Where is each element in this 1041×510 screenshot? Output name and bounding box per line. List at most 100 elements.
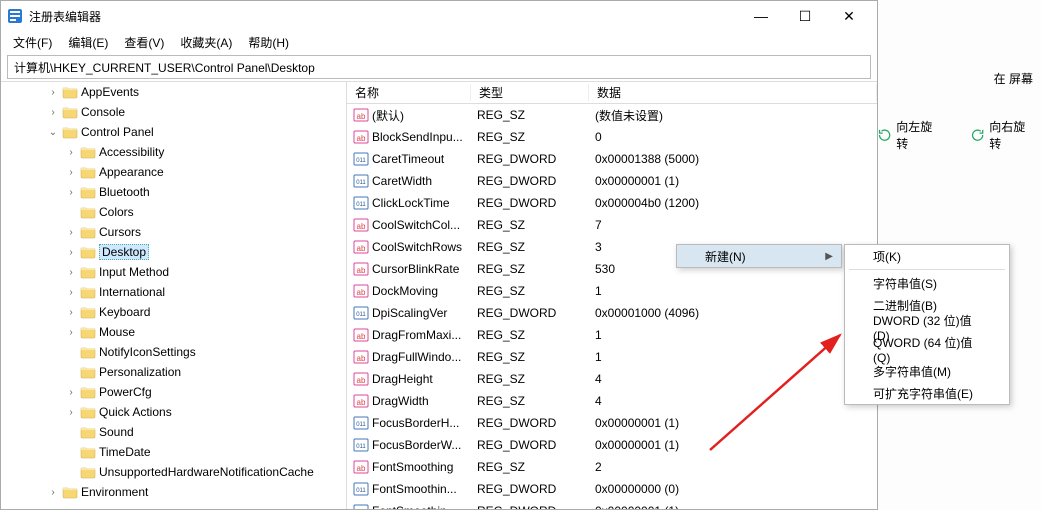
chevron-right-icon[interactable]: › <box>65 267 77 278</box>
list-row[interactable]: 011ClickLockTimeREG_DWORD0x000004b0 (120… <box>347 192 877 214</box>
value-data: 0 <box>589 130 877 144</box>
chevron-right-icon[interactable]: › <box>47 487 59 498</box>
rotate-left-button[interactable]: 向左旋转 <box>877 118 942 152</box>
list-row[interactable]: abBlockSendInpu...REG_SZ0 <box>347 126 877 148</box>
value-name: CaretTimeout <box>372 152 444 166</box>
svg-text:ab: ab <box>357 376 366 385</box>
chevron-right-icon[interactable]: › <box>65 287 77 298</box>
list-row[interactable]: abDockMovingREG_SZ1 <box>347 280 877 302</box>
list-row[interactable]: abDragHeightREG_SZ4 <box>347 368 877 390</box>
list-row[interactable]: 011CaretWidthREG_DWORD0x00000001 (1) <box>347 170 877 192</box>
list-row[interactable]: 011FocusBorderH...REG_DWORD0x00000001 (1… <box>347 412 877 434</box>
tree-item[interactable]: ›Environment <box>1 482 346 502</box>
tree-item[interactable]: UnsupportedHardwareNotificationCache <box>1 462 346 482</box>
menu-help[interactable]: 帮助(H) <box>242 32 295 53</box>
list-row[interactable]: ab(默认)REG_SZ(数值未设置) <box>347 104 877 126</box>
menu-file[interactable]: 文件(F) <box>7 32 58 53</box>
menu-edit[interactable]: 编辑(E) <box>62 32 114 53</box>
tree-item[interactable]: ›Mouse <box>1 322 346 342</box>
ctx-sub-item[interactable]: 多字符串值(M) <box>845 360 1009 382</box>
value-name: FontSmoothin... <box>372 504 457 509</box>
tree-item[interactable]: ›Accessibility <box>1 142 346 162</box>
chevron-right-icon[interactable]: › <box>65 187 77 198</box>
list-row[interactable]: 011FontSmoothin...REG_DWORD0x00000000 (0… <box>347 478 877 500</box>
chevron-right-icon[interactable]: › <box>65 167 77 178</box>
chevron-right-icon[interactable]: › <box>47 107 59 118</box>
list-row[interactable]: 011DpiScalingVerREG_DWORD0x00001000 (409… <box>347 302 877 324</box>
value-name: ClickLockTime <box>372 196 450 210</box>
list-row[interactable]: abCoolSwitchCol...REG_SZ7 <box>347 214 877 236</box>
list-row[interactable]: abDragFullWindo...REG_SZ1 <box>347 346 877 368</box>
maximize-button[interactable]: ☐ <box>783 1 827 31</box>
tree-item[interactable]: ›PowerCfg <box>1 382 346 402</box>
list-row[interactable]: 011FontSmoothin...REG_DWORD0x00000001 (1… <box>347 500 877 509</box>
tree-item[interactable]: ›Cursors <box>1 222 346 242</box>
tree-item[interactable]: ›Keyboard <box>1 302 346 322</box>
value-type: REG_DWORD <box>471 306 589 320</box>
chevron-right-icon[interactable]: › <box>65 147 77 158</box>
ctx-sub-item[interactable]: 可扩充字符串值(E) <box>845 382 1009 404</box>
list-row[interactable]: 011FocusBorderW...REG_DWORD0x00000001 (1… <box>347 434 877 456</box>
folder-icon <box>80 265 96 279</box>
tree-item[interactable]: ⌄Control Panel <box>1 122 346 142</box>
menu-favorites[interactable]: 收藏夹(A) <box>174 32 238 53</box>
tree-item[interactable]: Colors <box>1 202 346 222</box>
value-type: REG_SZ <box>471 284 589 298</box>
svg-text:011: 011 <box>356 444 366 450</box>
chevron-right-icon[interactable]: › <box>65 227 77 238</box>
rotate-right-button[interactable]: 向右旋转 <box>970 118 1035 152</box>
value-data: 0x000004b0 (1200) <box>589 196 877 210</box>
tree-item[interactable]: ›International <box>1 282 346 302</box>
tree-item[interactable]: ›Quick Actions <box>1 402 346 422</box>
ctx-sub-item[interactable]: QWORD (64 位)值(Q) <box>845 338 1009 360</box>
tree-item[interactable]: Sound <box>1 422 346 442</box>
chevron-right-icon[interactable]: › <box>65 387 77 398</box>
tree-pane[interactable]: ›AppEvents›Console⌄Control Panel›Accessi… <box>1 82 347 509</box>
folder-icon <box>80 465 96 479</box>
col-name[interactable]: 名称 <box>347 84 471 101</box>
tree-item[interactable]: NotifyIconSettings <box>1 342 346 362</box>
list-pane[interactable]: 名称 类型 数据 ab(默认)REG_SZ(数值未设置)abBlockSendI… <box>347 82 877 509</box>
value-type: REG_SZ <box>471 394 589 408</box>
tree-item[interactable]: ›Console <box>1 102 346 122</box>
chevron-down-icon[interactable]: ⌄ <box>47 127 59 138</box>
reg-sz-icon: ab <box>353 393 369 409</box>
col-type[interactable]: 类型 <box>471 84 589 101</box>
list-row[interactable]: abDragFromMaxi...REG_SZ1 <box>347 324 877 346</box>
list-header[interactable]: 名称 类型 数据 <box>347 82 877 104</box>
value-name: CoolSwitchRows <box>372 240 462 254</box>
menu-view[interactable]: 查看(V) <box>118 32 170 53</box>
context-submenu-new: 项(K)字符串值(S)二进制值(B)DWORD (32 位)值(D)QWORD … <box>844 244 1010 405</box>
tree-item-label: TimeDate <box>99 445 151 459</box>
titlebar[interactable]: 注册表编辑器 — ☐ ✕ <box>1 1 877 31</box>
ctx-new[interactable]: 新建(N) ▶ <box>677 245 841 267</box>
chevron-right-icon[interactable]: › <box>65 247 77 258</box>
list-row[interactable]: abDragWidthREG_SZ4 <box>347 390 877 412</box>
tree-item[interactable]: Personalization <box>1 362 346 382</box>
tree-item[interactable]: ›Input Method <box>1 262 346 282</box>
value-name: FocusBorderH... <box>372 416 459 430</box>
ctx-sub-item[interactable]: 字符串值(S) <box>845 272 1009 294</box>
chevron-right-icon[interactable]: › <box>65 307 77 318</box>
chevron-right-icon[interactable]: › <box>65 407 77 418</box>
tree-item[interactable]: TimeDate <box>1 442 346 462</box>
chevron-right-icon[interactable]: › <box>65 327 77 338</box>
list-row[interactable]: abFontSmoothingREG_SZ2 <box>347 456 877 478</box>
tree-item[interactable]: ›Bluetooth <box>1 182 346 202</box>
chevron-right-icon: ▶ <box>825 251 833 262</box>
ctx-sub-item[interactable]: 项(K) <box>845 245 1009 267</box>
list-row[interactable]: 011CaretTimeoutREG_DWORD0x00001388 (5000… <box>347 148 877 170</box>
value-type: REG_SZ <box>471 218 589 232</box>
reg-dword-icon: 011 <box>353 415 369 431</box>
close-button[interactable]: ✕ <box>827 1 871 31</box>
value-name: DpiScalingVer <box>372 306 447 320</box>
tree-item[interactable]: ›Desktop <box>1 242 346 262</box>
minimize-button[interactable]: — <box>739 1 783 31</box>
col-data[interactable]: 数据 <box>589 84 877 101</box>
tree-item[interactable]: ›Appearance <box>1 162 346 182</box>
address-bar[interactable]: 计算机\HKEY_CURRENT_USER\Control Panel\Desk… <box>7 55 871 79</box>
tree-item[interactable]: ›AppEvents <box>1 82 346 102</box>
reg-dword-icon: 011 <box>353 151 369 167</box>
svg-text:011: 011 <box>356 158 366 164</box>
chevron-right-icon[interactable]: › <box>47 87 59 98</box>
